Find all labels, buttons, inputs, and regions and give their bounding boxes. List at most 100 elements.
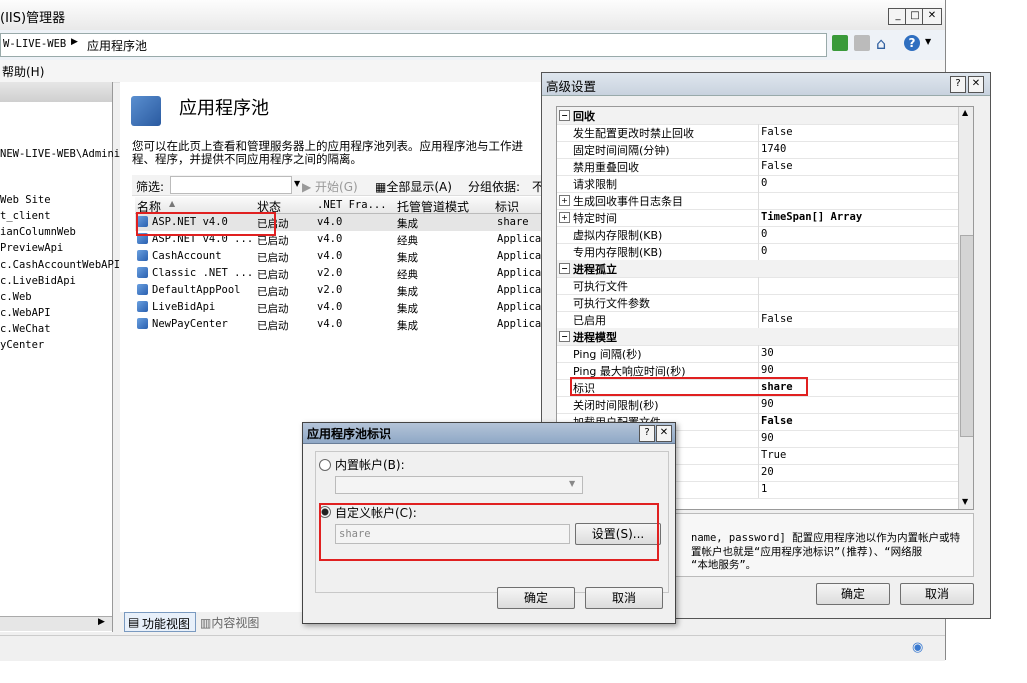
tree-horizontal-scrollbar[interactable]: ▶ [0,616,112,631]
property-row[interactable]: 发生配置更改时禁止回收 False [557,124,958,142]
tree-item[interactable]: c.LiveBidApi [0,275,76,287]
filter-input[interactable] [170,176,292,194]
tree-item-server[interactable]: NEW-LIVE-WEB\Admini [0,148,120,160]
column-header-identity[interactable]: 标识 [495,198,519,215]
tab-content-view[interactable]: ▥内容视图 [200,614,259,631]
chevron-down-icon[interactable]: ▼ [569,479,575,488]
close-button[interactable]: ✕ [968,76,984,93]
tab-features-view[interactable]: ▤ 功能视图 [124,612,196,632]
property-grid-scrollbar[interactable]: ▲ ▼ [958,107,973,509]
help-button[interactable]: ? [950,76,966,93]
chevron-down-icon[interactable]: ▼ [925,37,931,46]
property-category[interactable]: − 进程模型 [557,328,958,346]
tree-item[interactable]: c.WebAPI [0,307,51,319]
table-row[interactable]: LiveBidApi 已启动 v4.0 集成 Applica [135,299,545,316]
property-row[interactable]: 关闭时间限制(秒) 90 [557,396,958,414]
group-by-label: 分组依据: [468,180,521,194]
description-line: “本地服务”。 [691,559,757,571]
property-name: 关闭时间限制(秒) [573,399,659,412]
start-button[interactable]: ▶ 开始(G) [302,178,358,195]
stop-icon[interactable] [854,35,870,51]
cancel-button[interactable]: 取消 [585,587,663,609]
chevron-down-icon[interactable]: ▼ [294,179,300,188]
collapse-icon[interactable]: − [559,331,570,342]
property-row[interactable]: + 生成回收事件日志条目 [557,192,958,210]
scroll-down-icon[interactable]: ▼ [962,497,968,506]
tree-item[interactable]: yCenter [0,339,44,351]
property-value[interactable]: False [761,313,793,325]
scrollbar-thumb[interactable] [960,235,973,437]
tree-item[interactable]: PreviewApi [0,242,63,254]
builtin-account-select[interactable]: ▼ [335,476,583,494]
ok-button[interactable]: 确定 [816,583,890,605]
refresh-icon[interactable] [832,35,848,51]
expand-icon[interactable]: + [559,195,570,206]
tree-item[interactable]: c.Web [0,291,32,303]
property-value[interactable]: False [761,160,793,172]
property-row[interactable]: + 特定时间 TimeSpan[] Array [557,209,958,227]
pool-name: DefaultAppPool [152,284,241,296]
property-category[interactable]: − 进程孤立 [557,260,958,278]
scroll-right-icon[interactable]: ▶ [98,617,105,627]
builtin-account-radio[interactable] [319,459,331,471]
property-value[interactable]: 20 [761,466,774,478]
collapse-icon[interactable]: − [559,263,570,274]
property-row[interactable]: 已启用 False [557,311,958,329]
tree-item[interactable]: Web Site [0,194,51,206]
breadcrumb-app-pools[interactable]: 应用程序池 [87,37,147,54]
property-row[interactable]: 禁用重叠回收 False [557,158,958,176]
tree-item[interactable]: t_client [0,210,51,222]
help-icon[interactable]: ? [904,35,920,51]
column-divider [758,124,759,141]
expand-icon[interactable]: + [559,212,570,223]
pool-name: LiveBidApi [152,301,216,313]
property-value[interactable]: True [761,449,786,461]
property-value[interactable]: 0 [761,228,767,240]
breadcrumb[interactable]: W-LIVE-WEB ▶ 应用程序池 [0,33,827,57]
property-value[interactable]: 30 [761,347,774,359]
property-row[interactable]: Ping 间隔(秒) 30 [557,345,958,363]
property-value[interactable]: False [761,126,793,138]
property-row[interactable]: 可执行文件参数 [557,294,958,312]
tree-item[interactable]: c.WeChat [0,323,51,335]
property-row[interactable]: 虚拟内存限制(KB) 0 [557,226,958,244]
breadcrumb-server[interactable]: W-LIVE-WEB [3,38,66,50]
menu-help[interactable]: 帮助(H) [2,63,44,80]
property-name: 生成回收事件日志条目 [573,195,683,208]
property-value[interactable]: 90 [761,364,774,376]
property-row[interactable]: 请求限制 0 [557,175,958,193]
collapse-icon[interactable]: − [559,110,570,121]
property-value[interactable]: 0 [761,177,767,189]
column-header-mode[interactable]: 托管管道模式 [397,198,469,215]
property-value[interactable]: 90 [761,398,774,410]
property-category[interactable]: − 回收 [557,107,958,125]
property-value[interactable]: 0 [761,245,767,257]
show-all-button[interactable]: ▦全部显示(A) [375,178,452,195]
column-divider [758,430,759,447]
scroll-up-icon[interactable]: ▲ [962,108,968,117]
page-title: 应用程序池 [179,98,269,119]
property-row[interactable]: 固定时间间隔(分钟) 1740 [557,141,958,159]
ok-button[interactable]: 确定 [497,587,575,609]
close-button[interactable]: ✕ [656,425,672,442]
table-row[interactable]: CashAccount 已启动 v4.0 集成 Applica [135,248,545,265]
property-row[interactable]: 专用内存限制(KB) 0 [557,243,958,261]
tree-item[interactable]: ianColumnWeb [0,226,76,238]
column-divider [758,396,759,413]
help-button[interactable]: ? [639,425,655,442]
property-value[interactable]: False [761,415,793,427]
property-value[interactable]: 1 [761,483,767,495]
pool-identity: Applica [497,301,542,313]
column-header-net[interactable]: .NET Fra... [317,199,387,211]
table-row[interactable]: Classic .NET ... 已启动 v2.0 经典 Applica [135,265,545,282]
table-row[interactable]: DefaultAppPool 已启动 v2.0 集成 Applica [135,282,545,299]
cancel-button[interactable]: 取消 [900,583,974,605]
close-button[interactable]: ✕ [922,8,942,25]
property-value[interactable]: TimeSpan[] Array [761,211,862,223]
tree-item[interactable]: c.CashAccountWebAPI [0,259,120,271]
property-value[interactable]: 1740 [761,143,786,155]
home-icon[interactable]: ⌂ [876,34,886,53]
table-row[interactable]: NewPayCenter 已启动 v4.0 集成 Applica [135,316,545,333]
property-row[interactable]: 可执行文件 [557,277,958,295]
property-value[interactable]: 90 [761,432,774,444]
